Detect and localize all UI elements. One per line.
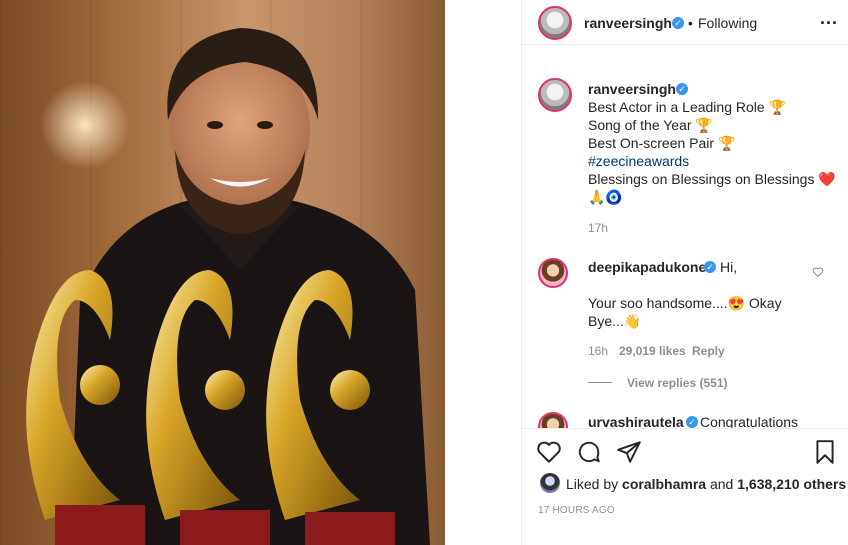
comment-username[interactable]: urvashirautela: [588, 414, 684, 428]
caption-avatar[interactable]: [538, 78, 572, 112]
comment-icon[interactable]: [576, 439, 602, 465]
caption-hashtag[interactable]: #zeecineawards: [588, 152, 689, 170]
comment-text: Congratulations: [700, 414, 799, 428]
header-separator: •: [688, 15, 693, 31]
replies-divider: [588, 382, 612, 383]
photo-illustration: [26, 28, 430, 545]
post-sidebar: ranveersingh ✓ • Following ... ranveersi…: [521, 0, 848, 545]
caption-line: Blessings on Blessings on Blessings ❤️: [588, 171, 836, 187]
author-avatar[interactable]: [538, 6, 572, 40]
caption-line: Best Actor in a Leading Role 🏆: [588, 99, 786, 115]
verified-icon: ✓: [676, 83, 688, 95]
liked-prefix: Liked by: [566, 476, 623, 492]
reply-button[interactable]: Reply: [692, 344, 725, 358]
comment-avatar[interactable]: [538, 412, 568, 428]
comment-likes[interactable]: 29,019 likes: [619, 344, 686, 358]
like-heart-icon[interactable]: [536, 439, 562, 465]
comments-panel[interactable]: ranveersingh ✓ Best Actor in a Leading R…: [522, 46, 848, 428]
comment-username[interactable]: deepikapadukone: [588, 259, 706, 275]
verified-icon: ✓: [672, 17, 684, 29]
liked-by-text: Liked by coralbhamra and 1,638,210 other…: [566, 476, 846, 492]
verified-icon: ✓: [704, 261, 716, 273]
comment-text: Bye...👋: [588, 313, 642, 329]
caption-line: 🙏🧿: [588, 189, 623, 205]
comment-like-heart-icon[interactable]: [812, 266, 824, 278]
save-bookmark-icon[interactable]: [812, 439, 838, 465]
share-icon[interactable]: [616, 439, 642, 465]
author-username[interactable]: ranveersingh: [584, 15, 672, 31]
verified-icon: ✓: [686, 416, 698, 428]
more-options-icon[interactable]: ...: [820, 8, 838, 29]
liked-count[interactable]: 1,638,210 others: [737, 476, 846, 492]
following-button[interactable]: Following: [698, 15, 757, 31]
comment-text: Hi,: [720, 259, 738, 275]
comment-text: Your soo handsome....😍 Okay: [588, 295, 782, 311]
caption-line: Song of the Year 🏆: [588, 117, 713, 133]
liked-user[interactable]: coralbhamra: [622, 476, 706, 492]
liked-middle: and: [706, 476, 738, 492]
post-photo[interactable]: [0, 0, 445, 545]
view-replies-button[interactable]: View replies (551): [627, 376, 728, 390]
post-header: ranveersingh ✓ • Following ...: [522, 0, 848, 45]
comment-time[interactable]: 16h: [588, 344, 608, 358]
caption-time[interactable]: 17h: [588, 221, 608, 235]
post-actions: Liked by coralbhamra and 1,638,210 other…: [522, 428, 848, 545]
liked-by-avatar[interactable]: [540, 473, 560, 493]
comment-avatar[interactable]: [538, 258, 568, 288]
caption-line: Best On-screen Pair 🏆: [588, 135, 736, 151]
post-timestamp[interactable]: 17 HOURS AGO: [538, 505, 615, 516]
caption-username[interactable]: ranveersingh: [588, 81, 676, 97]
